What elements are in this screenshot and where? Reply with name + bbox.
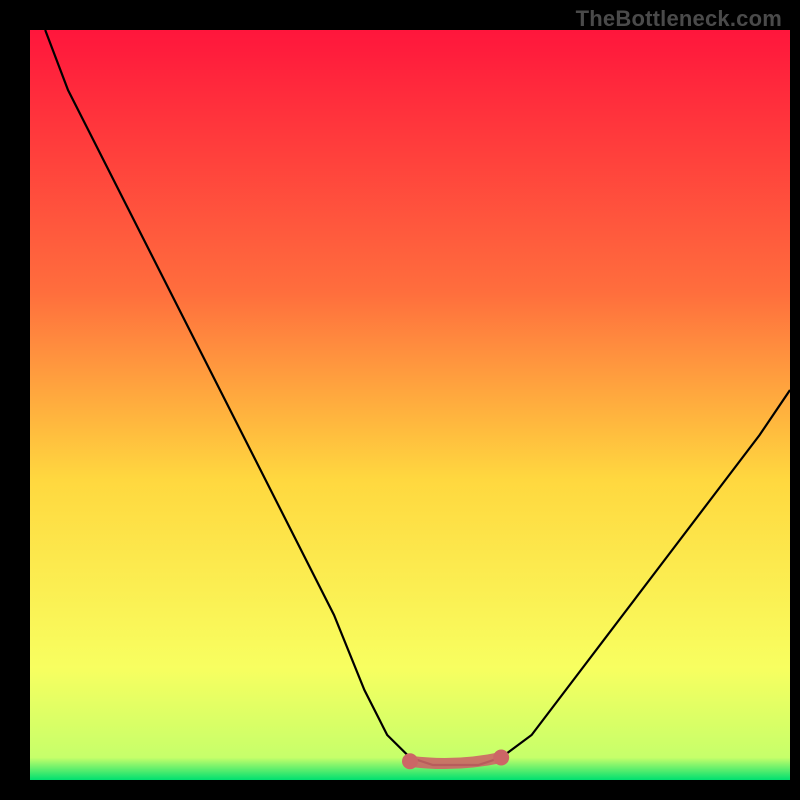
optimal-range-end-marker — [494, 751, 508, 765]
gradient-background — [30, 30, 790, 780]
optimal-range-start-marker — [403, 754, 417, 768]
watermark: TheBottleneck.com — [576, 6, 782, 32]
bottleneck-chart — [30, 30, 790, 780]
optimal-range-band — [410, 758, 501, 764]
